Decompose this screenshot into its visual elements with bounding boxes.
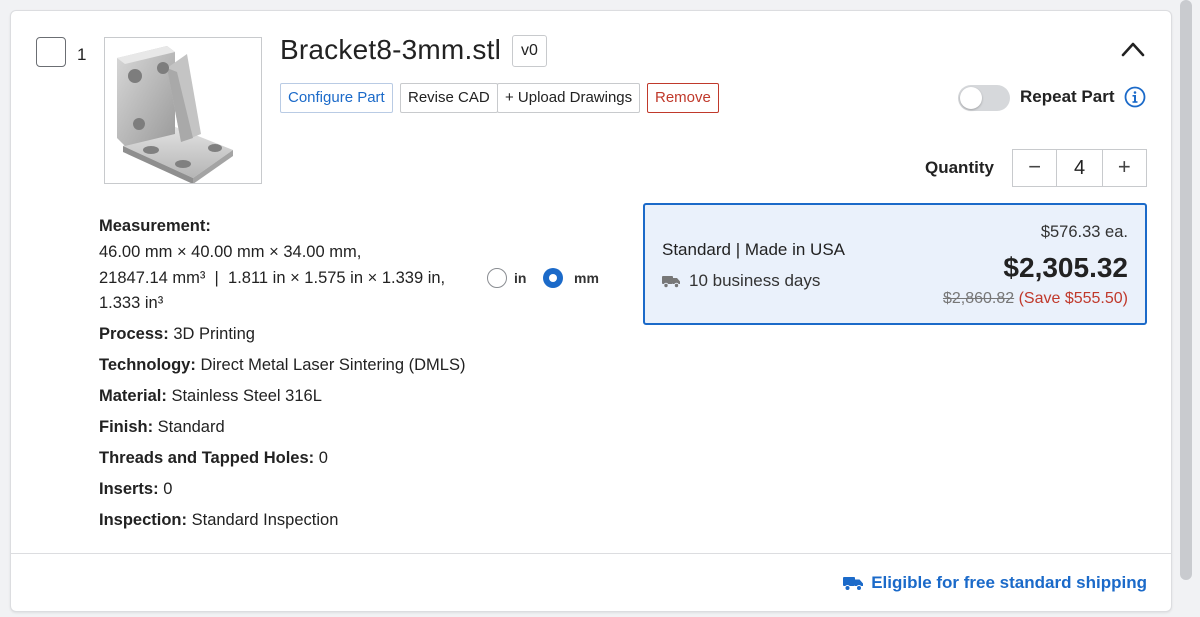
truck-icon [843,577,864,591]
configure-part-button[interactable]: Configure Part [280,83,393,113]
price-original: $2,860.82 (Save $555.50) [943,290,1128,308]
card-divider [10,553,1172,554]
free-shipping-link[interactable]: Eligible for free standard shipping [843,573,1147,593]
chevron-up-icon[interactable] [1120,40,1146,58]
measurement-volume-in: 21847.14 mm³ | 1.811 in × 1.575 in × 1.3… [99,269,446,287]
part-thumbnail[interactable] [104,37,262,184]
quantity-input[interactable]: 4 [1056,150,1103,186]
pricing-option-card[interactable]: Standard | Made in USA 10 business days … [643,203,1147,325]
revise-cad-button[interactable]: Revise CAD [400,83,498,113]
select-part-checkbox[interactable] [36,37,66,67]
spec-inspection: Inspection: Standard Inspection [99,511,339,529]
unit-in-radio[interactable] [487,268,507,288]
version-badge[interactable]: v0 [512,35,547,67]
lead-time-text: 10 business days [689,271,821,290]
spec-material: Material: Stainless Steel 316L [99,387,322,405]
measurement-volume-in3: 1.333 in³ [99,294,164,312]
remove-button[interactable]: Remove [647,83,719,113]
spec-inserts: Inserts: 0 [99,480,173,498]
repeat-part-label: Repeat Part [1020,87,1115,106]
lead-time: 10 business days [662,271,820,291]
free-shipping-text: Eligible for free standard shipping [871,573,1147,592]
scrollbar[interactable] [1180,0,1192,580]
decrement-button[interactable]: − [1013,150,1056,186]
spec-finish: Finish: Standard [99,418,225,436]
pricing-option-title: Standard | Made in USA [662,240,846,259]
measurement-label: Measurement: [99,217,211,235]
info-icon[interactable] [1124,86,1146,108]
quantity-stepper: − 4 + [1012,149,1147,187]
toggle-knob [960,87,982,109]
measurement-dims-mm: 46.00 mm × 40.00 mm × 34.00 mm, [99,243,362,261]
increment-button[interactable]: + [1103,150,1146,186]
price-total: $2,305.32 [1003,252,1128,283]
spec-threads: Threads and Tapped Holes: 0 [99,449,328,467]
repeat-part-toggle[interactable] [958,85,1010,111]
part-filename: Bracket8-3mm.stl [280,34,502,65]
truck-icon [662,276,680,288]
unit-mm-radio[interactable] [543,268,563,288]
price-each: $576.33 ea. [1040,223,1128,241]
quantity-label: Quantity [925,158,994,177]
upload-drawings-button[interactable]: + Upload Drawings [497,83,641,113]
spec-technology: Technology: Direct Metal Laser Sintering… [99,356,466,374]
unit-in-label: in [514,270,527,286]
original-price: $2,860.82 [942,290,1015,307]
bracket-3d-preview [117,46,233,184]
unit-mm-label: mm [574,270,599,286]
part-index: 1 [77,45,87,64]
savings-text: (Save $555.50) [1018,290,1128,307]
spec-process: Process: 3D Printing [99,325,255,343]
